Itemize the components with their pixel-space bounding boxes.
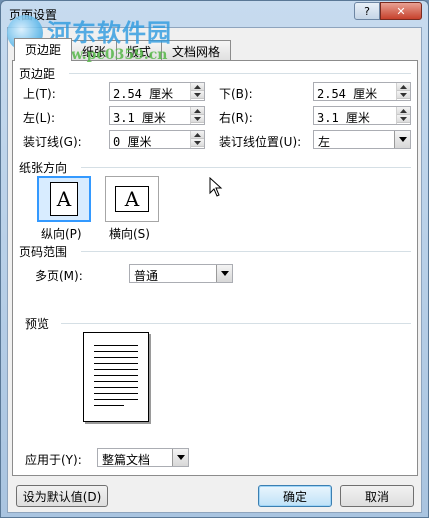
preview-text-line	[94, 345, 138, 346]
tab-paper[interactable]: 纸张	[71, 40, 118, 60]
spin-down-icon[interactable]	[191, 91, 204, 99]
orientation-group-label: 纸张方向	[19, 161, 68, 175]
tab-layout[interactable]: 版式	[116, 40, 163, 60]
gutter-position-select[interactable]: 左	[313, 130, 411, 149]
preview-text-line	[94, 405, 124, 406]
spinner-arrows	[190, 107, 204, 124]
preview-text-line	[94, 369, 138, 370]
preview-text-line	[94, 381, 138, 382]
preview-page-thumbnail	[83, 332, 149, 422]
landscape-glyph: A	[124, 187, 140, 211]
preview-text-line	[94, 363, 138, 364]
right-margin-spinner[interactable]: 3.1 厘米	[313, 106, 411, 125]
title-bar[interactable]: 页面设置 ? ✕	[1, 1, 428, 27]
preview-text-line	[94, 387, 138, 388]
top-margin-spinner[interactable]: 2.54 厘米	[109, 82, 205, 101]
chevron-down-icon[interactable]	[172, 449, 188, 466]
multiple-pages-select[interactable]: 普通	[129, 264, 233, 283]
landscape-option[interactable]: A	[105, 176, 159, 222]
gutter-value: 0 厘米	[113, 135, 152, 149]
spin-down-icon[interactable]	[191, 115, 204, 123]
page-setup-dialog: 页面设置 ? ✕ 页边距 纸张 版式 文档网格 页边距 上(T): 2.54 厘…	[0, 0, 429, 518]
cancel-button[interactable]: 取消	[340, 485, 414, 507]
divider	[81, 167, 411, 168]
spinner-arrows	[190, 83, 204, 100]
landscape-label: 横向(S)	[109, 227, 150, 241]
landscape-page-icon: A	[115, 186, 149, 212]
portrait-page-icon: A	[50, 182, 78, 216]
divider	[81, 251, 411, 252]
bottom-margin-label: 下(B):	[219, 87, 253, 101]
spin-down-icon[interactable]	[397, 91, 410, 99]
tab-document-grid[interactable]: 文档网格	[161, 40, 232, 60]
dialog-body: 页边距 纸张 版式 文档网格 页边距 上(T): 2.54 厘米 下(B): 2…	[7, 27, 422, 513]
spinner-arrows	[396, 83, 410, 100]
multiple-pages-value: 普通	[134, 269, 159, 283]
preview-group-label: 预览	[25, 317, 50, 331]
left-margin-value: 3.1 厘米	[113, 111, 166, 125]
spin-up-icon[interactable]	[397, 107, 410, 115]
help-button[interactable]: ?	[354, 2, 380, 20]
spin-down-icon[interactable]	[397, 115, 410, 123]
spinner-arrows	[190, 131, 204, 148]
preview-text-line	[94, 393, 138, 394]
margins-group-label: 页边距	[19, 67, 56, 81]
left-margin-spinner[interactable]: 3.1 厘米	[109, 106, 205, 125]
spin-down-icon[interactable]	[191, 139, 204, 147]
bottom-margin-spinner[interactable]: 2.54 厘米	[313, 82, 411, 101]
spin-up-icon[interactable]	[191, 131, 204, 139]
set-default-button[interactable]: 设为默认值(D)	[16, 485, 108, 507]
divider	[61, 323, 411, 324]
gutter-position-value: 左	[318, 135, 331, 149]
ok-button[interactable]: 确定	[258, 485, 332, 507]
divider	[69, 73, 411, 74]
chevron-down-icon[interactable]	[216, 265, 232, 282]
top-margin-label: 上(T):	[23, 87, 56, 101]
gutter-label: 装订线(G):	[23, 135, 82, 149]
multiple-pages-label: 多页(M):	[35, 269, 83, 283]
preview-text-line	[94, 375, 138, 376]
window-title: 页面设置	[9, 8, 58, 22]
left-margin-label: 左(L):	[23, 111, 56, 125]
right-margin-label: 右(R):	[219, 111, 253, 125]
portrait-glyph: A	[56, 187, 72, 211]
bottom-margin-value: 2.54 厘米	[317, 87, 378, 101]
apply-to-label: 应用于(Y):	[25, 453, 82, 467]
tab-strip: 页边距 纸张 版式 文档网格	[14, 38, 232, 61]
pages-group-label: 页码范围	[19, 245, 68, 259]
gutter-position-label: 装订线位置(U):	[219, 135, 302, 149]
portrait-option[interactable]: A	[37, 176, 91, 222]
portrait-label: 纵向(P)	[41, 227, 82, 241]
spin-up-icon[interactable]	[191, 83, 204, 91]
spin-up-icon[interactable]	[397, 83, 410, 91]
right-margin-value: 3.1 厘米	[317, 111, 370, 125]
preview-text-line	[94, 399, 138, 400]
chevron-down-icon[interactable]	[394, 131, 410, 148]
spin-up-icon[interactable]	[191, 107, 204, 115]
title-buttons: ? ✕	[354, 2, 422, 20]
gutter-spinner[interactable]: 0 厘米	[109, 130, 205, 149]
apply-to-select[interactable]: 整篇文档	[97, 448, 189, 467]
tab-margins[interactable]: 页边距	[14, 38, 73, 61]
mouse-cursor-icon	[209, 177, 223, 197]
margins-tab-panel: 页边距 上(T): 2.54 厘米 下(B): 2.54 厘米 左(L): 3.…	[12, 60, 418, 476]
apply-to-value: 整篇文档	[102, 453, 151, 467]
top-margin-value: 2.54 厘米	[113, 87, 174, 101]
preview-text-line	[94, 351, 138, 352]
preview-text-line	[94, 357, 138, 358]
close-button[interactable]: ✕	[380, 2, 422, 20]
spinner-arrows	[396, 107, 410, 124]
